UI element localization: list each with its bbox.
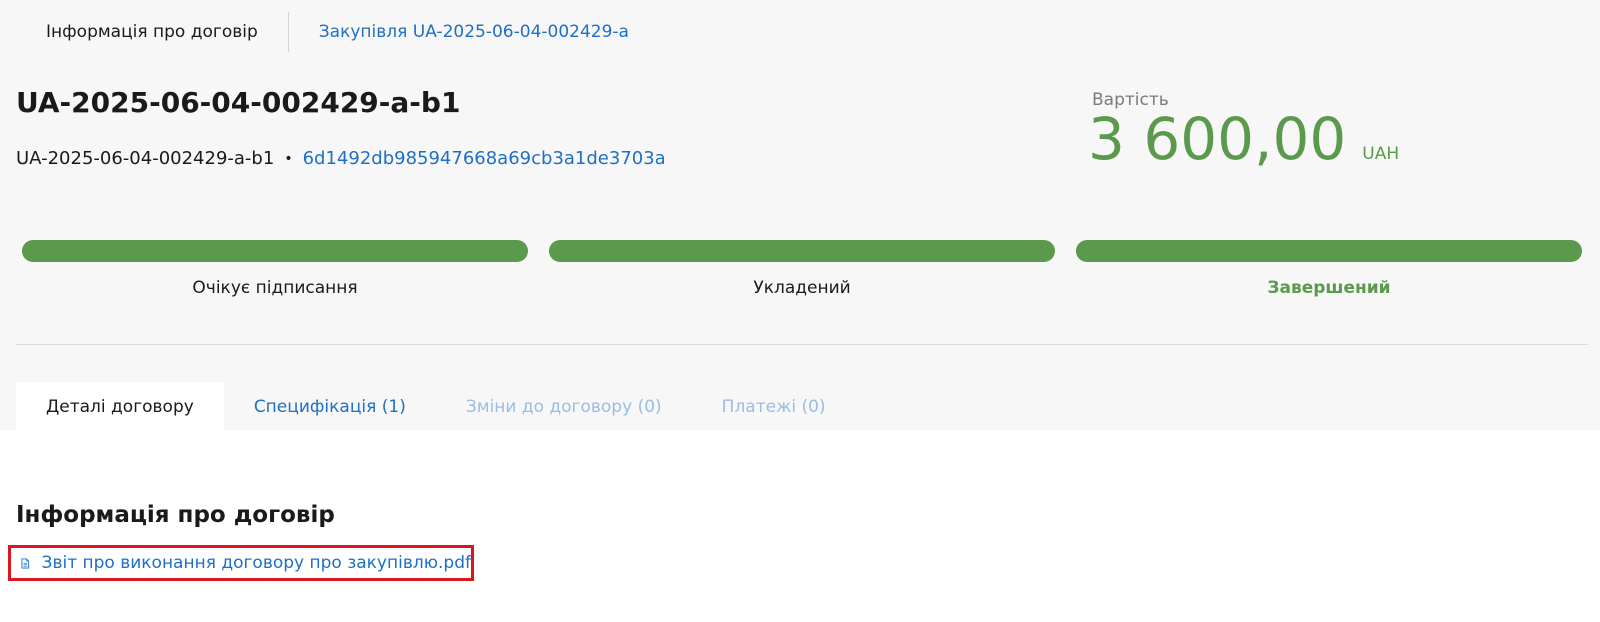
- contract-header-area: Інформація про договір Закупівля UA-2025…: [0, 0, 1600, 430]
- price-currency: UAH: [1362, 144, 1400, 164]
- tab-contract-changes[interactable]: Зміни до договору (0): [436, 382, 692, 430]
- tab-procurement-link[interactable]: Закупівля UA-2025-06-04-002429-a: [289, 12, 659, 52]
- content-tabs: Деталі договору Специфікація (1) Зміни д…: [16, 382, 856, 430]
- price-block: 3 600,00 UAH: [1088, 110, 1399, 168]
- page-title: UA-2025-06-04-002429-a-b1: [16, 86, 461, 119]
- document-icon: [21, 557, 30, 569]
- tab-contract-info[interactable]: Інформація про договір: [16, 12, 288, 52]
- contract-id: UA-2025-06-04-002429-a-b1: [16, 148, 275, 169]
- status-step-label: Укладений: [753, 278, 851, 298]
- contract-identifiers: UA-2025-06-04-002429-a-b1 • 6d1492db9859…: [16, 148, 666, 169]
- status-progress-bar: [549, 240, 1055, 262]
- contract-hash-link[interactable]: 6d1492db985947668a69cb3a1de3703a: [303, 148, 666, 169]
- status-step-label-current: Завершений: [1267, 278, 1391, 298]
- status-step-label: Очікує підписання: [192, 278, 358, 298]
- tab-payments[interactable]: Платежі (0): [692, 382, 856, 430]
- status-progress-bar: [22, 240, 528, 262]
- price-value: 3 600,00: [1088, 105, 1347, 173]
- status-progress-bar: [1076, 240, 1582, 262]
- document-link-label[interactable]: Звіт про виконання договору про закупівл…: [42, 553, 471, 573]
- status-step-concluded: Укладений: [549, 240, 1055, 298]
- tab-contract-details[interactable]: Деталі договору: [16, 382, 224, 430]
- separator-dot: •: [284, 150, 293, 167]
- status-step-completed: Завершений: [1076, 240, 1582, 298]
- document-link[interactable]: Звіт про виконання договору про закупівл…: [8, 545, 474, 581]
- tab-specification[interactable]: Специфікація (1): [224, 382, 436, 430]
- top-tabs: Інформація про договір Закупівля UA-2025…: [16, 12, 659, 52]
- status-step-awaiting-signing: Очікує підписання: [22, 240, 528, 298]
- divider: [16, 344, 1588, 345]
- section-title: Інформація про договір: [16, 502, 335, 528]
